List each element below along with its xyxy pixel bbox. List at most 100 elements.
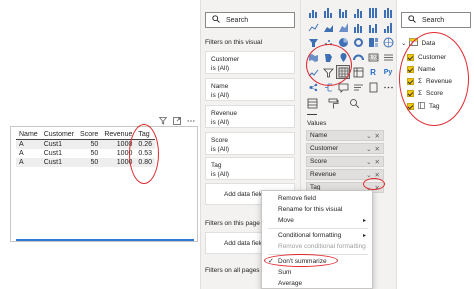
filters-on-page-heading: Filters on this page	[205, 220, 260, 227]
visual-selection-border	[16, 239, 194, 241]
filter-card-title: Score	[211, 137, 228, 144]
filter-card-value: is (All)	[211, 119, 230, 126]
filters-on-visual-heading: Filters on this visual	[205, 39, 263, 46]
clustered-column-chart-icon[interactable]	[352, 6, 364, 18]
filter-card-title: Tag	[211, 162, 222, 169]
filters-search-box[interactable]: Search	[205, 12, 295, 28]
card-icon[interactable]: 123	[367, 51, 379, 63]
filter-icon[interactable]	[158, 117, 167, 126]
well-field-label: Customer	[310, 145, 339, 152]
menu-item-remove-field[interactable]: Remove field	[278, 195, 316, 202]
menu-item-move[interactable]: Move	[278, 217, 294, 224]
filter-card-score[interactable]: Score is (All)	[205, 132, 295, 155]
search-icon	[212, 15, 220, 25]
chevron-down-icon[interactable]: ⌄	[401, 39, 406, 47]
table-cell: A	[16, 139, 41, 149]
table-cell: 50	[77, 139, 102, 149]
annotation-circle	[264, 254, 338, 267]
visual-header	[158, 116, 195, 126]
filter-card-value: is (All)	[211, 92, 230, 99]
well-field-label: Name	[310, 132, 328, 139]
values-well-label: Values	[307, 120, 327, 127]
table-cell: 50	[90, 150, 99, 157]
filter-card-revenue[interactable]: Revenue is (All)	[205, 105, 295, 128]
filter-card-title: Revenue	[211, 110, 238, 117]
chevron-down-icon[interactable]: ⌄	[366, 158, 371, 166]
table-cell: 50	[77, 158, 102, 167]
value-well-name[interactable]: Name ⌄ ✕	[306, 130, 384, 141]
annotation-circle	[399, 32, 469, 126]
field-context-menu: Remove field Rename for this visual Move…	[261, 190, 373, 289]
filter-card-title: Name	[211, 83, 229, 90]
stacked-area-icon[interactable]	[337, 21, 349, 33]
filters-search-placeholder: Search	[226, 16, 249, 24]
filter-card-customer[interactable]: Customer is (All)	[205, 51, 295, 74]
table-cell: A	[16, 158, 41, 167]
close-icon[interactable]: ✕	[375, 132, 380, 140]
column-header-name[interactable]: Name	[16, 130, 41, 140]
column-header-customer[interactable]: Customer	[40, 130, 78, 140]
filter-card-value: is (All)	[211, 65, 230, 72]
waterfall-chart-icon[interactable]	[382, 21, 394, 33]
fields-tab-icon[interactable]	[307, 98, 318, 111]
menu-item-conditional-formatting[interactable]: Conditional formatting	[278, 232, 341, 239]
chevron-right-icon: ▸	[362, 233, 366, 239]
filter-card-value: is (All)	[211, 146, 230, 153]
menu-item-average[interactable]: Average	[278, 280, 302, 287]
chevron-down-icon[interactable]: ⌄	[366, 132, 371, 140]
close-icon[interactable]: ✕	[375, 158, 380, 166]
format-paint-roller-icon[interactable]	[328, 98, 339, 111]
ribbon-chart-icon[interactable]	[367, 21, 379, 33]
report-canvas[interactable]: Name Customer Score Revenue Tag A Cust1 …	[0, 0, 200, 289]
table-cell: Cust1	[40, 158, 78, 167]
line-column-icon[interactable]	[352, 21, 364, 33]
filter-card-title: Customer	[211, 56, 240, 63]
fields-search-placeholder: Search	[422, 16, 445, 24]
table-cell: Cust1	[43, 150, 62, 157]
r-visual-icon[interactable]: R	[367, 66, 379, 78]
matrix-icon[interactable]	[352, 66, 364, 78]
value-well-customer[interactable]: Customer ⌄ ✕	[306, 143, 384, 154]
area-chart-icon[interactable]	[322, 21, 334, 33]
fields-pane: Search ⌄ Data Customer Name Σ Revenue Σ …	[396, 0, 474, 289]
filter-card-tag[interactable]: Tag is (All)	[205, 157, 295, 180]
clustered-bar-chart-icon[interactable]	[337, 6, 349, 18]
table-visual[interactable]: Name Customer Score Revenue Tag A Cust1 …	[10, 117, 198, 242]
line-chart-icon[interactable]	[307, 21, 319, 33]
donut-chart-icon[interactable]	[352, 36, 364, 48]
menu-item-sum[interactable]: Sum	[278, 269, 291, 276]
menu-separator	[268, 228, 368, 229]
more-options-icon[interactable]	[186, 117, 195, 126]
analytics-magnifier-icon[interactable]	[349, 98, 360, 111]
treemap-icon[interactable]	[367, 36, 379, 48]
table-cell: A	[19, 150, 24, 157]
annotation-circle	[306, 44, 352, 86]
menu-item-rename[interactable]: Rename for this visual	[278, 206, 342, 213]
svg-text:123: 123	[369, 56, 378, 62]
close-icon[interactable]: ✕	[375, 145, 380, 153]
annotation-circle	[363, 178, 385, 190]
column-header-score[interactable]: Score	[77, 130, 102, 140]
active-tab-indicator	[307, 114, 317, 115]
well-field-label: Score	[310, 158, 327, 165]
gauge-icon[interactable]	[352, 51, 364, 63]
map-icon[interactable]	[382, 36, 394, 48]
multi-row-card-icon[interactable]	[382, 51, 394, 63]
filters-on-all-pages-heading: Filters on all pages	[205, 267, 260, 274]
filter-card-name[interactable]: Name is (All)	[205, 78, 295, 101]
more-visuals-icon[interactable]	[382, 81, 394, 93]
well-field-label: Revenue	[310, 171, 337, 178]
paginated-report-icon[interactable]	[367, 81, 379, 93]
stacked-bar-chart-icon[interactable]	[307, 6, 319, 18]
chevron-down-icon[interactable]: ⌄	[366, 145, 371, 153]
full-stacked-column-icon[interactable]	[382, 6, 394, 18]
value-well-score[interactable]: Score ⌄ ✕	[306, 156, 384, 167]
stacked-column-chart-icon[interactable]	[322, 6, 334, 18]
smart-narrative-icon[interactable]	[352, 81, 364, 93]
filter-card-value: is (All)	[211, 171, 230, 178]
chevron-right-icon: ▸	[362, 218, 366, 224]
focus-mode-icon[interactable]	[172, 117, 181, 126]
python-visual-icon[interactable]: Py	[382, 66, 394, 78]
full-stacked-bar-icon[interactable]	[367, 6, 379, 18]
fields-search-box[interactable]: Search	[401, 12, 471, 28]
